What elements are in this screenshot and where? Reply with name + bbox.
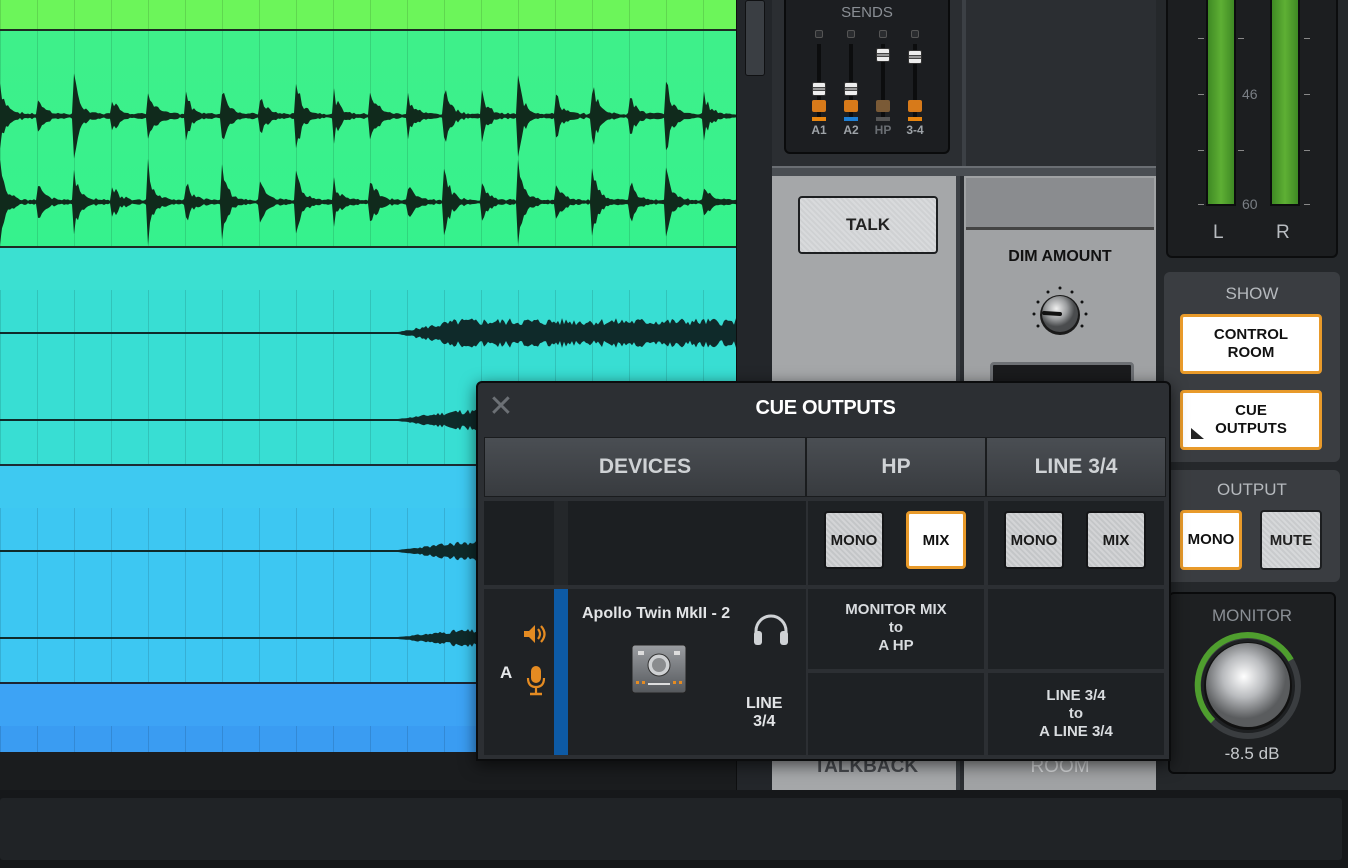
hp-mono-button[interactable]: MONO [824,511,884,569]
output-section: OUTPUT MONO MUTE [1164,470,1340,582]
speaker-icon [524,625,546,643]
line-mix-button[interactable]: MIX [1086,511,1146,569]
hp-route-line-3: A HP [878,637,914,654]
monitor-column: 46 60 L R SHOW CONTROL ROOM CUE OUTPUTS … [1156,0,1348,790]
corner-arrow-icon [1191,428,1204,439]
track-lane-2[interactable] [0,31,736,247]
monitor-level-value: -8.5 dB [1224,744,1280,763]
output-mono-button[interactable]: MONO [1180,510,1242,570]
monitor-level-knob[interactable] [1188,626,1308,742]
output-mute-button[interactable]: MUTE [1260,510,1322,570]
meter-scale-60: 60 [1242,196,1258,212]
show-section: SHOW CONTROL ROOM CUE OUTPUTS [1164,272,1340,462]
hp-empty-cell[interactable] [808,673,984,755]
send-fader-hp[interactable]: HP [875,30,891,137]
device-channel-label: A [500,663,513,682]
cue-outputs-dialog: ✕ CUE OUTPUTS DEVICES HP LINE 3/4 MONO M… [476,381,1171,761]
column-header-devices: DEVICES [484,437,806,497]
sends-panel: SENDS A1 A2 HP 3-4 [784,0,950,154]
line-route-line-2: to [1068,705,1084,722]
bottom-bar [0,790,1348,868]
fader-cap[interactable] [876,48,890,62]
scrollbar-thumb[interactable] [745,0,765,76]
output-title: OUTPUT [1217,480,1287,499]
meter-left [1206,0,1236,206]
output-meters: 46 60 L R [1166,0,1338,258]
fader-cap[interactable] [908,50,922,64]
column-header-line: LINE 3/4 [986,437,1166,497]
hp-route-line-1: MONITOR MIX [845,601,947,618]
app-window: SENDS A1 A2 HP 3-4 TALK TALKBACK DIM AMOUNT [0,0,1348,868]
device-name: Apollo Twin MkII - 2 [582,605,731,622]
send-label: A1 [811,123,827,137]
hp-route-line-2: to [888,619,904,636]
device-color-strip [554,589,568,755]
microphone-icon [526,666,546,696]
send-fader-a2[interactable]: A2 [843,30,859,137]
hp-route-text: MONITOR MIX to A HP [808,601,984,655]
device-line-label-1: LINE [746,695,783,712]
meter-right [1270,0,1300,206]
monitor-section: MONITOR -8.5 dB [1168,592,1336,774]
horizontal-scroll-area[interactable] [0,798,1342,860]
cue-outputs-button[interactable]: CUE OUTPUTS [1180,390,1322,450]
talk-button[interactable]: TALK [798,196,938,254]
meter-label-left: L [1213,222,1224,243]
line-empty-cell[interactable] [988,589,1164,669]
column-header-hp: HP [806,437,986,497]
fader-cap[interactable] [844,82,858,96]
dim-amount-knob[interactable] [1030,284,1090,344]
meter-scale-46: 46 [1242,86,1258,102]
fader-cap[interactable] [812,82,826,96]
track-lane-3[interactable] [0,248,736,290]
send-label: HP [874,123,892,137]
send-fader-3-4[interactable]: 3-4 [906,30,924,137]
sends-title: SENDS [841,4,893,21]
dialog-title: CUE OUTPUTS [755,397,896,419]
monitor-title: MONITOR [1212,606,1292,625]
track-lane-1[interactable] [0,0,736,30]
send-fader-a1[interactable]: A1 [811,30,827,137]
send-label: 3-4 [906,123,924,137]
line-route-line-3: A LINE 3/4 [1039,723,1113,740]
show-title: SHOW [1225,284,1279,303]
line-route-line-1: LINE 3/4 [1046,687,1106,704]
hp-mix-button[interactable]: MIX [906,511,966,569]
line-route-text: LINE 3/4 to A LINE 3/4 [988,687,1164,741]
headphones-icon [754,614,788,645]
device-line-label: LINE 3/4 [746,695,782,731]
meter-label-right: R [1276,222,1290,243]
send-label: A2 [843,123,859,137]
audio-waveform-stereo[interactable] [0,31,736,247]
dim-amount-title: DIM AMOUNT [1008,248,1112,265]
control-room-button[interactable]: CONTROL ROOM [1180,314,1322,374]
line-mono-button[interactable]: MONO [1004,511,1064,569]
device-line-label-2: 3/4 [753,713,776,730]
apollo-device-icon[interactable] [630,641,688,697]
